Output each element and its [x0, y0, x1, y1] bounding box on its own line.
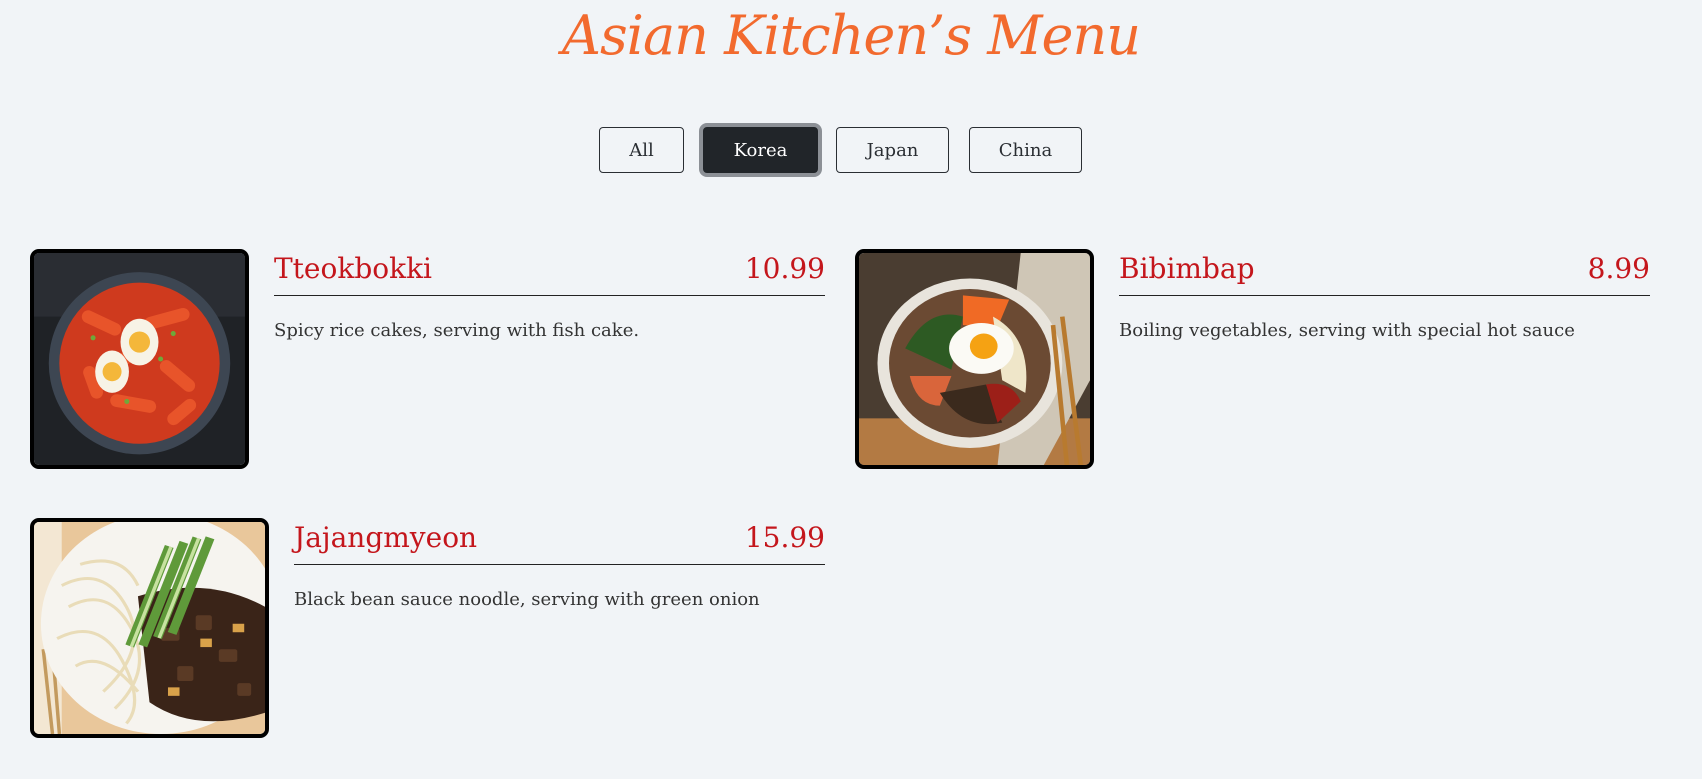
- menu-item-price: 15.99: [744, 521, 825, 554]
- menu-item-price: 8.99: [1587, 252, 1650, 285]
- filter-japan-button[interactable]: Japan: [836, 127, 949, 173]
- menu-item-name: Bibimbap: [1119, 252, 1255, 285]
- menu-item-price: 10.99: [744, 252, 825, 285]
- menu-item-description: Boiling vegetables, serving with special…: [1119, 320, 1575, 341]
- filter-korea-button[interactable]: Korea: [703, 127, 818, 173]
- bibimbap-image: [855, 249, 1094, 469]
- tteokbokki-image: [30, 249, 249, 469]
- filter-all-button[interactable]: All: [599, 127, 684, 173]
- page-title: Asian Kitchen’s Menu: [561, 4, 1141, 67]
- menu-item: Jajangmyeon 15.99 Black bean sauce noodl…: [30, 518, 825, 738]
- menu-item-name: Tteokbokki: [274, 252, 432, 285]
- filter-china-button[interactable]: China: [969, 127, 1082, 173]
- menu-item-description: Black bean sauce noodle, serving with gr…: [294, 589, 760, 610]
- menu-item-header: Bibimbap 8.99: [1119, 249, 1650, 296]
- jajangmyeon-image: [30, 518, 269, 738]
- menu-item-header: Tteokbokki 10.99: [274, 249, 825, 296]
- menu-item: Tteokbokki 10.99 Spicy rice cakes, servi…: [30, 249, 825, 469]
- menu-item-info: Tteokbokki 10.99 Spicy rice cakes, servi…: [274, 249, 825, 349]
- menu-item-header: Jajangmyeon 15.99: [294, 518, 825, 565]
- menu-item-info: Jajangmyeon 15.99 Black bean sauce noodl…: [294, 518, 825, 618]
- menu-item-info: Bibimbap 8.99 Boiling vegetables, servin…: [1119, 249, 1650, 349]
- menu-item-description: Spicy rice cakes, serving with fish cake…: [274, 320, 640, 341]
- category-filter-bar: All Korea Japan China: [0, 127, 1702, 175]
- menu-item-name: Jajangmyeon: [294, 521, 478, 554]
- menu-item: Bibimbap 8.99 Boiling vegetables, servin…: [855, 249, 1650, 469]
